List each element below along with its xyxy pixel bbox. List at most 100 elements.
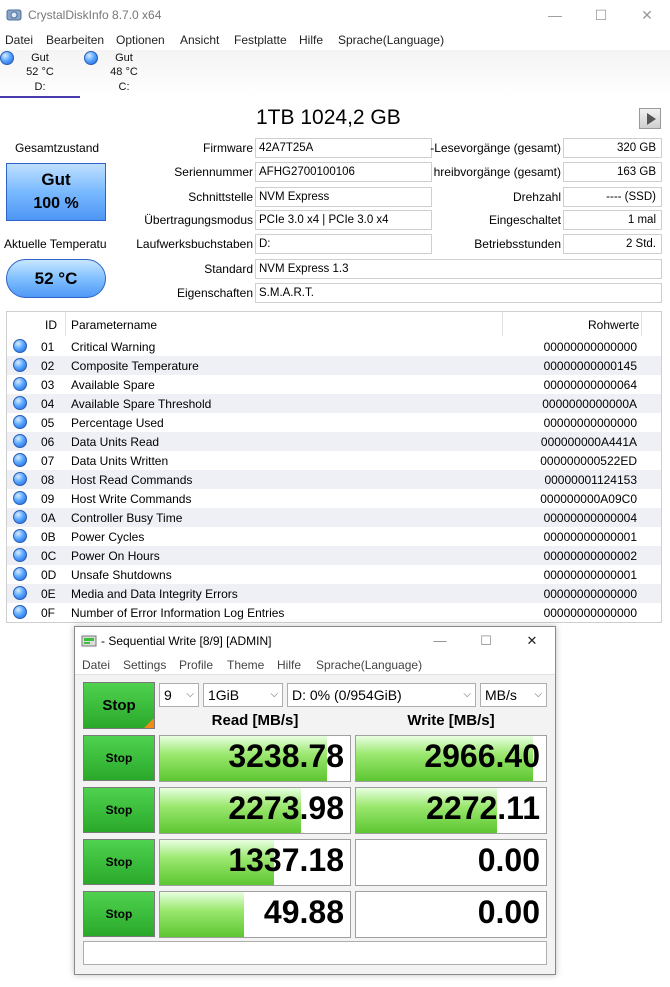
health-status-box[interactable]: Gut 100 % [6,163,106,221]
attribute-status-icon [13,529,27,543]
read-speed-value: 2273.98 [228,790,344,826]
stop-all-button[interactable]: Stop [83,682,155,729]
minimize-button[interactable]: — [532,0,578,30]
smart-row[interactable]: 07 Data Units Written 000000000522ED [7,451,661,470]
smart-row[interactable]: 04 Available Spare Threshold 0000000000000… [7,394,661,413]
chevron-down-icon: ⌵ [534,689,542,700]
smart-row[interactable]: 0B Power Cycles 00000000000001 [7,527,661,546]
firmware-label: Firmware [203,141,253,155]
attribute-id: 0A [41,511,56,525]
smart-row[interactable]: 08 Host Read Commands 00000001124153 [7,470,661,489]
col-header-raw[interactable]: Rohwerte [588,318,639,332]
drive-tab-d[interactable]: Gut 52 °C D: [0,50,80,98]
maximize-button[interactable]: ☐ [578,0,624,30]
attribute-raw-value: 00000000000001 [543,530,637,544]
write-column-header: Write [MB/s] [407,712,495,729]
smart-row[interactable]: 0D Unsafe Shutdowns 00000000000001 [7,565,661,584]
running-indicator-icon [144,718,154,728]
column-separator [502,312,503,336]
menu-festplatte[interactable]: Festplatte [234,33,287,47]
smart-row[interactable]: 01 Critical Warning 00000000000000 [7,337,661,356]
attribute-raw-value: 000000000A09C0 [540,492,637,506]
attribute-id: 09 [41,492,55,506]
attribute-raw-value: 000000000A441A [540,435,637,449]
test-stop-button[interactable]: Stop [83,839,155,885]
target-drive-select[interactable]: D: 0% (0/954GiB) ⌵ [287,683,476,707]
smart-row[interactable]: 06 Data Units Read 000000000A441A [7,432,661,451]
menu-datei[interactable]: Datei [5,33,33,47]
col-header-name[interactable]: Parametername [71,318,157,332]
temperature-label: Aktuelle Temperatu [4,237,107,251]
menu-ansicht[interactable]: Ansicht [180,33,219,47]
attribute-id: 0E [41,587,56,601]
attribute-status-icon [13,377,27,391]
smart-row[interactable]: 03 Available Spare 00000000000064 [7,375,661,394]
smart-row[interactable]: 0E Media and Data Integrity Errors 0000000… [7,584,661,603]
attribute-id: 0F [41,606,56,620]
features-label: Eigenschaften [176,286,253,300]
read-result-cell: 1337.18 [159,839,351,886]
serial-value: AFHG2700100106 [255,162,432,182]
unit-select[interactable]: MB/s ⌵ [480,683,547,707]
features-value: S.M.A.R.T. [255,283,662,303]
smart-table-header: ID Parametername Rohwerte [7,312,661,336]
cdm-menu-settings[interactable]: Settings [123,658,166,672]
temperature-box[interactable]: 52 °C [6,259,106,298]
attribute-id: 01 [41,340,55,354]
attribute-name: Available Spare [71,378,155,392]
cdm-close-button[interactable]: ✕ [509,627,555,655]
drive-letter: C: [118,81,130,93]
next-drive-button[interactable] [639,108,661,129]
attribute-raw-value: 00000000000000 [543,340,637,354]
attribute-name: Host Write Commands [71,492,192,506]
attribute-status-icon [13,510,27,524]
power-count-label: Eingeschaltet [488,213,561,227]
smart-row[interactable]: 02 Composite Temperature 00000000000145 [7,356,661,375]
letters-label: Laufwerksbuchstaben [136,237,253,251]
attribute-id: 05 [41,416,55,430]
cdm-maximize-button[interactable]: ☐ [463,627,509,655]
reads-value: 320 GB [563,138,662,158]
attribute-name: Available Spare Threshold [71,397,212,411]
smart-row[interactable]: 05 Percentage Used 00000000000000 [7,413,661,432]
menu-optionen[interactable]: Optionen [116,33,165,47]
test-stop-button[interactable]: Stop [83,735,155,781]
cdm-menu-sprache[interactable]: Sprache(Language) [316,658,422,672]
smart-row[interactable]: 0A Controller Busy Time 00000000000004 [7,508,661,527]
attribute-id: 0C [41,549,57,563]
attribute-id: 08 [41,473,55,487]
attribute-name: Data Units Written [71,454,169,468]
smart-table[interactable]: ID Parametername Rohwerte 01 Critical War… [6,311,662,623]
chevron-down-icon: ⌵ [186,689,194,700]
test-stop-button[interactable]: Stop [83,891,155,937]
reads-label: -Lesevorgänge (gesamt) [430,141,561,155]
drive-tab-c[interactable]: Gut 48 °C C: [84,50,164,98]
cdm-minimize-button[interactable]: — [417,627,463,655]
menu-hilfe[interactable]: Hilfe [299,33,323,47]
col-header-id[interactable]: ID [45,318,57,332]
attribute-raw-value: 00000000000145 [543,359,637,373]
test-stop-button[interactable]: Stop [83,787,155,833]
smart-row[interactable]: 09 Host Write Commands 000000000A09C0 [7,489,661,508]
cdm-menu-profile[interactable]: Profile [179,658,213,672]
serial-label: Seriennummer [174,165,253,179]
attribute-raw-value: 00000000000004 [543,511,637,525]
close-button[interactable]: ✕ [624,0,670,30]
smart-row[interactable]: 0F Number of Error Information Log Entrie… [7,603,661,622]
health-label: Gesamtzustand [15,141,100,155]
cdm-menu-datei[interactable]: Datei [82,658,110,672]
capacity-row: 1TB 1024,2 GB [0,104,670,134]
menu-bearbeiten[interactable]: Bearbeiten [46,33,104,47]
writes-value: 163 GB [563,162,662,182]
test-count-select[interactable]: 9 ⌵ [159,683,199,707]
cdm-menu-theme[interactable]: Theme [227,658,264,672]
health-status: Gut [41,170,71,189]
cdm-menu-hilfe[interactable]: Hilfe [277,658,301,672]
cdm-window-title: - Sequential Write [8/9] [ADMIN] [101,634,272,648]
menu-sprache[interactable]: Sprache(Language) [338,33,444,47]
attribute-name: Data Units Read [71,435,160,449]
attribute-raw-value: 000000000522ED [540,454,637,468]
read-speed-bar [160,892,244,937]
test-size-select[interactable]: 1GiB ⌵ [203,683,283,707]
smart-row[interactable]: 0C Power On Hours 00000000000002 [7,546,661,565]
